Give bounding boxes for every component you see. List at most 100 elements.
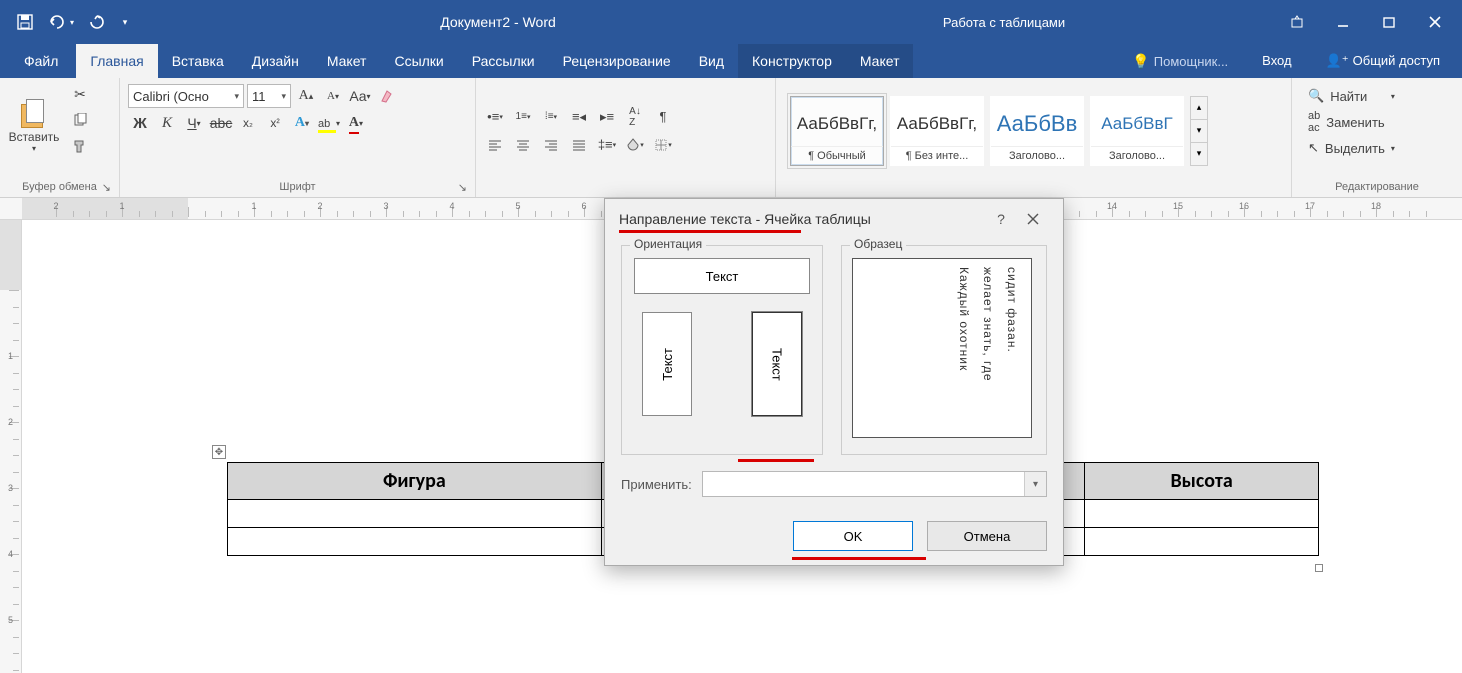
orientation-vertical-down[interactable]: Текст [752,312,802,416]
minimize-icon[interactable] [1320,7,1366,37]
numbering-icon[interactable]: 1≡▾ [510,104,536,130]
clear-formatting-icon[interactable] [375,84,399,108]
line-spacing-icon[interactable]: ‡≡▾ [594,132,620,158]
copy-icon[interactable] [68,108,92,132]
group-editing-label: Редактирование [1298,179,1456,195]
style-no-spacing[interactable]: АаБбВвГг, ¶ Без инте... [890,96,984,166]
show-marks-icon[interactable]: ¶ [650,104,676,130]
justify-icon[interactable] [566,132,592,158]
tab-home[interactable]: Главная [76,44,157,78]
undo-icon[interactable]: ▾ [44,5,78,39]
find-button[interactable]: 🔍Найти▾ [1304,84,1399,108]
subscript-icon[interactable]: x₂ [236,111,260,135]
apply-label: Применить: [621,477,692,492]
italic-icon[interactable]: К [155,111,179,135]
cursor-icon: ↖ [1308,140,1319,156]
grow-font-icon[interactable]: A▴ [294,84,318,108]
table-resize-handle[interactable] [1315,564,1323,572]
share-icon: 👤⁺ [1326,53,1349,68]
bold-icon[interactable]: Ж [128,111,152,135]
help-icon[interactable]: ? [985,203,1017,235]
underline-icon[interactable]: Ч▾ [182,111,206,135]
style-heading1[interactable]: АаБбВв Заголово... [990,96,1084,166]
shrink-font-icon[interactable]: A▾ [321,84,345,108]
tab-constructor[interactable]: Конструктор [738,44,846,78]
style-normal[interactable]: АаБбВвГг, ¶ Обычный [790,96,884,166]
tab-design[interactable]: Дизайн [238,44,313,78]
save-icon[interactable] [8,5,42,39]
sample-preview: Каждый охотник желает знать, где сидит ф… [852,258,1032,438]
align-right-icon[interactable] [538,132,564,158]
search-icon: 🔍 [1308,88,1324,104]
table-cell[interactable] [228,528,602,556]
paste-icon [18,96,50,130]
format-painter-icon[interactable] [68,134,92,158]
table-anchor-icon[interactable]: ✥ [212,445,226,459]
borders-icon[interactable]: ▾ [650,132,676,158]
tab-view[interactable]: Вид [685,44,738,78]
table-cell[interactable] [1085,528,1319,556]
text-effects-icon[interactable]: A▾ [290,111,314,135]
styles-scroll[interactable]: ▴▾▾ [1190,96,1208,166]
align-center-icon[interactable] [510,132,536,158]
clipboard-launcher-icon[interactable]: ↘ [102,181,111,194]
redo-icon[interactable] [80,5,114,39]
cut-icon[interactable]: ✂ [68,82,92,106]
align-left-icon[interactable] [482,132,508,158]
tab-review[interactable]: Рецензирование [549,44,685,78]
highlight-icon[interactable]: ab▾ [317,111,341,135]
tab-file[interactable]: Файл [6,44,76,78]
table-header-1[interactable]: Фигура [228,463,602,500]
orientation-group: Ориентация Текст Текст Текст [621,245,823,455]
share-button[interactable]: 👤⁺Общий доступ [1312,44,1454,78]
strikethrough-icon[interactable]: abc [209,111,233,135]
font-launcher-icon[interactable]: ↘ [458,181,467,194]
shading-icon[interactable]: ▾ [622,132,648,158]
qat-customize-icon[interactable]: ▾ [116,5,134,39]
dialog-close-icon[interactable] [1017,203,1049,235]
change-case-icon[interactable]: Aa▾ [348,84,372,108]
context-tools-label: Работа с таблицами [854,15,1154,30]
ribbon: Вставить ▾ ✂ Буфер обмена↘ Calibri (Осно… [0,78,1462,198]
ribbon-display-icon[interactable] [1274,7,1320,37]
cancel-button[interactable]: Отмена [927,521,1047,551]
orientation-vertical-up[interactable]: Текст [642,312,692,416]
bullets-icon[interactable]: •≡▾ [482,104,508,130]
font-size-combo[interactable]: 11▾ [247,84,291,108]
tell-me[interactable]: 💡Помощник... [1118,44,1242,78]
bulb-icon: 💡 [1132,53,1149,69]
table-cell[interactable] [228,500,602,528]
styles-gallery: АаБбВвГг, ¶ Обычный АаБбВвГг, ¶ Без инте… [782,82,1285,179]
table-header-3[interactable]: Высота [1085,463,1319,500]
decrease-indent-icon[interactable]: ≡◂ [566,104,592,130]
sample-label: Образец [850,237,906,251]
tab-table-layout[interactable]: Макет [846,44,914,78]
replace-button[interactable]: abacЗаменить [1304,110,1399,134]
tab-mailings[interactable]: Рассылки [458,44,549,78]
sample-group: Образец Каждый охотник желает знать, где… [841,245,1047,455]
orientation-horizontal[interactable]: Текст [634,258,810,294]
font-color-icon[interactable]: A▾ [344,111,368,135]
apply-to-combo[interactable]: ▾ [702,471,1047,497]
tab-layout[interactable]: Макет [313,44,381,78]
close-icon[interactable] [1412,7,1458,37]
table-cell[interactable] [1085,500,1319,528]
style-heading2[interactable]: АаБбВвГ Заголово... [1090,96,1184,166]
replace-icon: abac [1308,110,1320,134]
multilevel-icon[interactable]: ⁞≡▾ [538,104,564,130]
tab-insert[interactable]: Вставка [158,44,238,78]
title-bar: ▾ ▾ Документ2 - Word Работа с таблицами [0,0,1462,44]
paste-button[interactable]: Вставить ▾ [6,82,62,166]
sort-icon[interactable]: A↓Z [622,104,648,130]
maximize-icon[interactable] [1366,7,1412,37]
ruler-vertical[interactable]: 1234567 [0,220,22,673]
tab-references[interactable]: Ссылки [380,44,457,78]
dialog-title: Направление текста - Ячейка таблицы [619,211,871,227]
orientation-label: Ориентация [630,237,706,251]
superscript-icon[interactable]: x² [263,111,287,135]
increase-indent-icon[interactable]: ▸≡ [594,104,620,130]
font-name-combo[interactable]: Calibri (Осно▾ [128,84,244,108]
sign-in[interactable]: Вход [1248,44,1305,78]
select-button[interactable]: ↖Выделить▾ [1304,136,1399,160]
ok-button[interactable]: OK [793,521,913,551]
